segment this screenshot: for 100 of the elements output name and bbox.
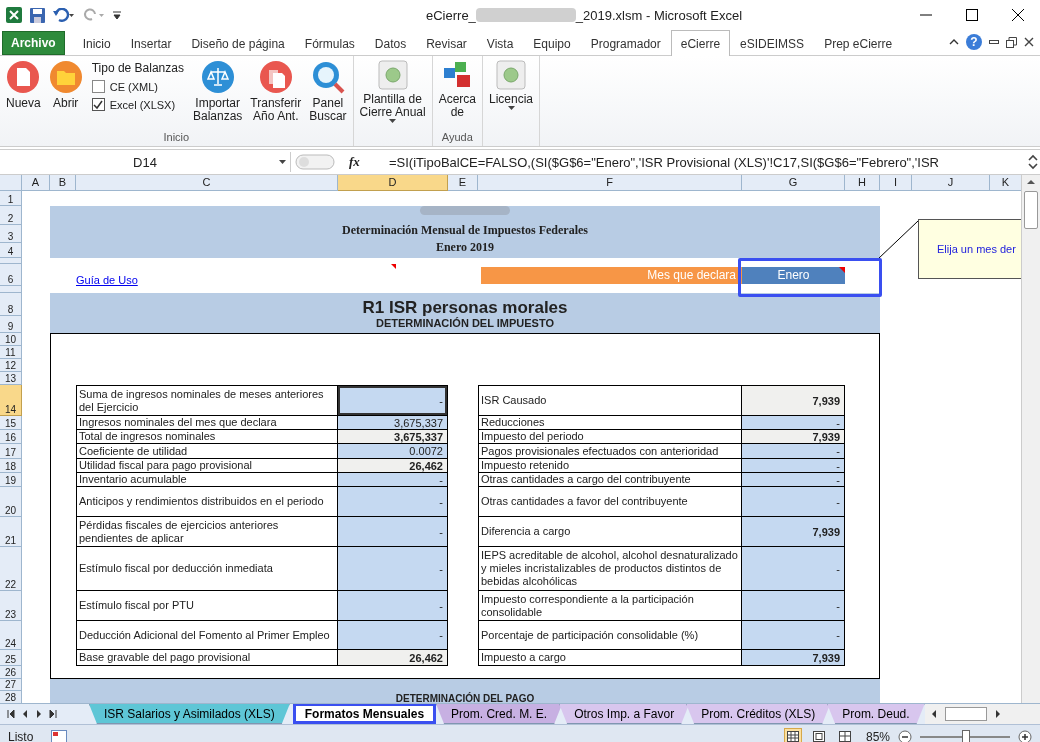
row-header[interactable]: 25: [0, 650, 22, 666]
table-cell[interactable]: -: [338, 517, 448, 547]
ribbon-tab[interactable]: Programador: [580, 31, 671, 55]
table-cell[interactable]: -: [742, 444, 845, 459]
column-header[interactable]: A: [22, 175, 50, 191]
row-header[interactable]: 28: [0, 691, 22, 703]
table-cell[interactable]: -: [338, 473, 448, 487]
row-header[interactable]: 15: [0, 416, 22, 430]
ribbon-button[interactable]: Acerca de: [435, 58, 479, 131]
ribbon-button[interactable]: Panel Buscar: [306, 58, 350, 131]
customize-menu-icon[interactable]: [113, 10, 121, 20]
ribbon-tab[interactable]: Inicio: [72, 31, 121, 55]
expand-formula-icon[interactable]: [1026, 153, 1040, 171]
row-header[interactable]: 24: [0, 621, 22, 650]
table-cell[interactable]: -: [338, 547, 448, 591]
table-cell[interactable]: 7,939: [742, 650, 845, 666]
close-icon[interactable]: [1024, 37, 1034, 47]
row-header[interactable]: 4: [0, 243, 22, 258]
column-header[interactable]: F: [478, 175, 742, 191]
ribbon-button[interactable]: Abrir: [45, 58, 86, 131]
ribbon-tab[interactable]: Vista: [476, 31, 524, 55]
minimize-icon[interactable]: [989, 38, 999, 46]
table-cell[interactable]: -: [742, 547, 845, 591]
row-header[interactable]: 11: [0, 346, 22, 359]
table-cell[interactable]: -: [742, 591, 845, 621]
ribbon-tab[interactable]: Prep eCierre: [814, 31, 903, 55]
sheet-tab[interactable]: Prom. Créditos (XLS): [686, 704, 831, 724]
ribbon-tab[interactable]: Fórmulas: [294, 31, 365, 55]
zoom-out-icon[interactable]: [898, 729, 912, 742]
table-cell[interactable]: -: [742, 487, 845, 517]
restore-icon[interactable]: [1006, 36, 1017, 48]
zoom-in-icon[interactable]: [1018, 729, 1032, 742]
scroll-right-icon[interactable]: [994, 709, 1001, 719]
column-header[interactable]: E: [448, 175, 478, 191]
row-header[interactable]: 3: [0, 225, 22, 243]
row-header[interactable]: 19: [0, 473, 22, 487]
row-header[interactable]: 8: [0, 293, 22, 316]
table-cell[interactable]: -: [742, 621, 845, 650]
record-macro-icon[interactable]: [51, 729, 68, 742]
column-header[interactable]: K: [990, 175, 1021, 191]
next-sheet-icon[interactable]: [34, 709, 44, 719]
insert-function-button[interactable]: fx: [349, 154, 360, 170]
ribbon-tab[interactable]: Diseño de página: [181, 31, 295, 55]
zoom-level[interactable]: 85%: [865, 729, 890, 742]
row-header[interactable]: 20: [0, 487, 22, 517]
table-cell[interactable]: -: [338, 385, 448, 416]
last-sheet-icon[interactable]: [48, 709, 58, 719]
month-dropdown[interactable]: Enero: [742, 267, 845, 284]
ribbon-tab[interactable]: eCierre: [670, 30, 731, 56]
row-header[interactable]: 1: [0, 191, 22, 206]
column-header[interactable]: D: [338, 175, 448, 191]
help-button[interactable]: ?: [966, 34, 982, 50]
maximize-icon[interactable]: [966, 9, 978, 21]
ribbon-tab[interactable]: eSIDEIMSS: [730, 31, 815, 55]
slider-thumb[interactable]: [962, 729, 970, 742]
table-cell[interactable]: 0.0072: [338, 444, 448, 459]
column-header[interactable]: H: [845, 175, 880, 191]
ribbon-tab[interactable]: Insertar: [120, 31, 182, 55]
undo-icon[interactable]: [53, 8, 75, 22]
formula-field[interactable]: =SI(iTipoBalCE=FALSO,(SI($G$6="Enero",'ISR Provisional (XLS)'!C17,SI($G$6="Febrero",'ISR: [389, 154, 1022, 170]
view-button[interactable]: [783, 728, 802, 742]
row-header[interactable]: 21: [0, 517, 22, 547]
collapse-ribbon-icon[interactable]: [949, 39, 959, 45]
sheet-tab[interactable]: Prom. Deud.: [827, 704, 925, 724]
table-cell[interactable]: 7,939: [742, 430, 845, 444]
guide-link[interactable]: Guía de Uso: [76, 274, 138, 286]
table-cell[interactable]: 3,675,337: [338, 430, 448, 444]
row-header[interactable]: 12: [0, 359, 22, 372]
table-cell[interactable]: -: [742, 459, 845, 473]
column-header[interactable]: G: [742, 175, 845, 191]
row-header[interactable]: 16: [0, 430, 22, 444]
spreadsheet-logo-icon[interactable]: [6, 7, 22, 23]
checkbox[interactable]: Excel (XLSX): [91, 98, 184, 111]
row-header[interactable]: 10: [0, 333, 22, 346]
first-sheet-icon[interactable]: [6, 709, 16, 719]
row-header[interactable]: 9: [0, 316, 22, 333]
ribbon-button[interactable]: Importar Balanzas: [189, 58, 246, 131]
ribbon-button[interactable]: Licencia: [486, 58, 537, 146]
ribbon-button[interactable]: Transferir Año Ant.: [247, 58, 305, 131]
column-header[interactable]: B: [50, 175, 76, 191]
table-cell[interactable]: 7,939: [742, 517, 845, 547]
row-header[interactable]: 17: [0, 444, 22, 459]
row-header[interactable]: 26: [0, 666, 22, 679]
ribbon-button[interactable]: Nueva: [3, 58, 44, 131]
column-header[interactable]: I: [880, 175, 912, 191]
row-header[interactable]: 27: [0, 679, 22, 691]
table-cell[interactable]: 3,675,337: [338, 416, 448, 430]
scroll-up-icon[interactable]: [1026, 179, 1036, 185]
table-cell[interactable]: 26,462: [338, 459, 448, 473]
row-header[interactable]: 22: [0, 547, 22, 591]
row-header[interactable]: 2: [0, 206, 22, 225]
scroll-thumb[interactable]: [944, 707, 987, 721]
table-cell[interactable]: -: [742, 416, 845, 430]
sheet-tab[interactable]: Otros Imp. a Favor: [559, 704, 690, 724]
scroll-thumb[interactable]: [1024, 191, 1038, 229]
horizontal-scrollbar[interactable]: [924, 704, 1040, 724]
row-header[interactable]: 6: [0, 264, 22, 286]
column-header[interactable]: C: [76, 175, 338, 191]
ribbon-tab[interactable]: Equipo: [523, 31, 581, 55]
table-cell[interactable]: -: [338, 591, 448, 621]
